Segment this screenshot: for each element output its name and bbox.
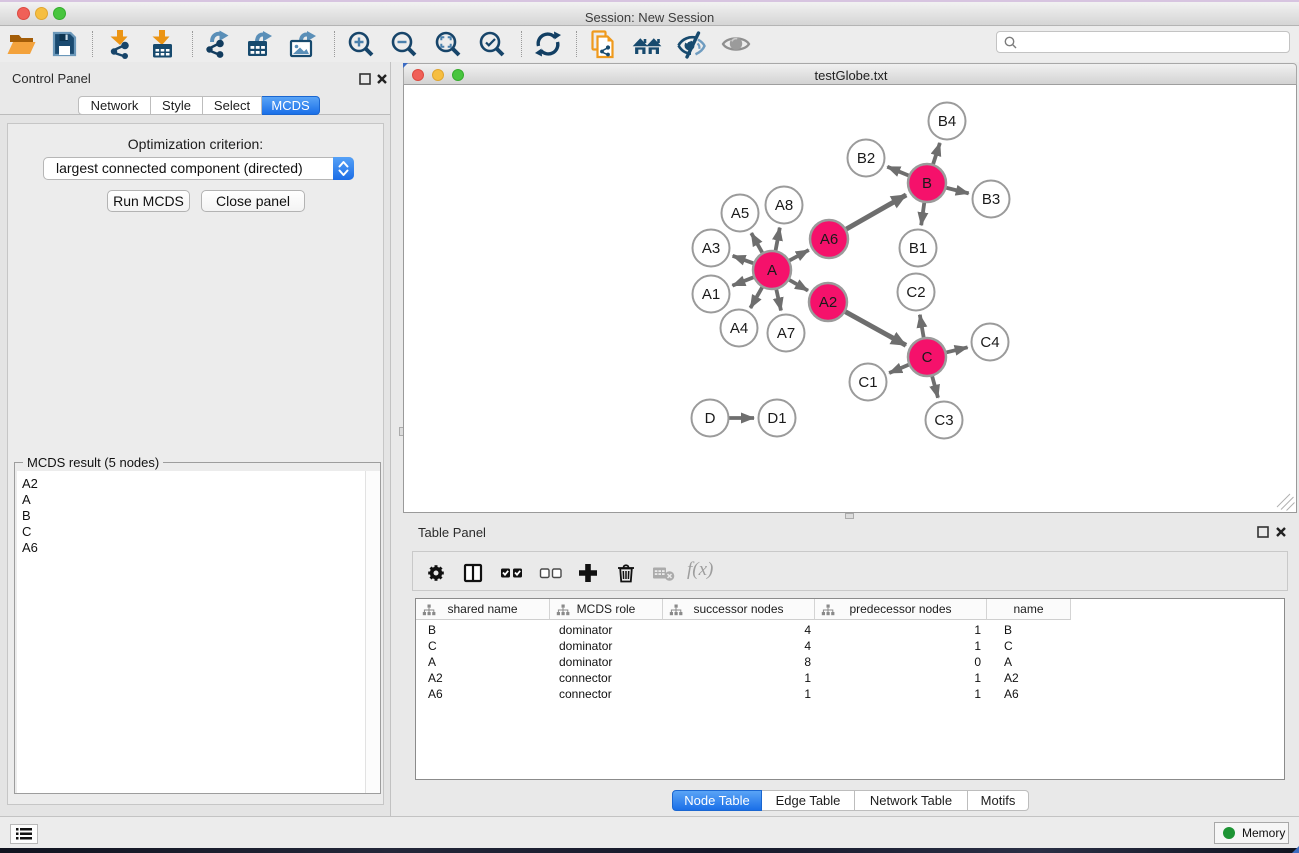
svg-text:B3: B3 <box>982 191 1000 208</box>
svg-text:B4: B4 <box>938 113 956 130</box>
svg-text:B1: B1 <box>909 240 927 257</box>
svg-text:C3: C3 <box>934 412 953 429</box>
svg-text:A1: A1 <box>702 286 720 303</box>
svg-text:A4: A4 <box>730 320 748 337</box>
svg-text:A2: A2 <box>819 294 837 311</box>
svg-text:A7: A7 <box>777 325 795 342</box>
svg-text:C1: C1 <box>858 374 877 391</box>
svg-text:D1: D1 <box>767 410 786 427</box>
svg-text:A6: A6 <box>820 231 838 248</box>
svg-text:C4: C4 <box>980 334 999 351</box>
svg-text:A3: A3 <box>702 240 720 257</box>
svg-text:D: D <box>705 410 716 427</box>
svg-text:A8: A8 <box>775 197 793 214</box>
svg-text:C: C <box>922 349 933 366</box>
svg-text:A: A <box>767 262 777 279</box>
svg-text:A5: A5 <box>731 205 749 222</box>
svg-text:B: B <box>922 175 932 192</box>
svg-text:B2: B2 <box>857 150 875 167</box>
svg-text:C2: C2 <box>906 284 925 301</box>
